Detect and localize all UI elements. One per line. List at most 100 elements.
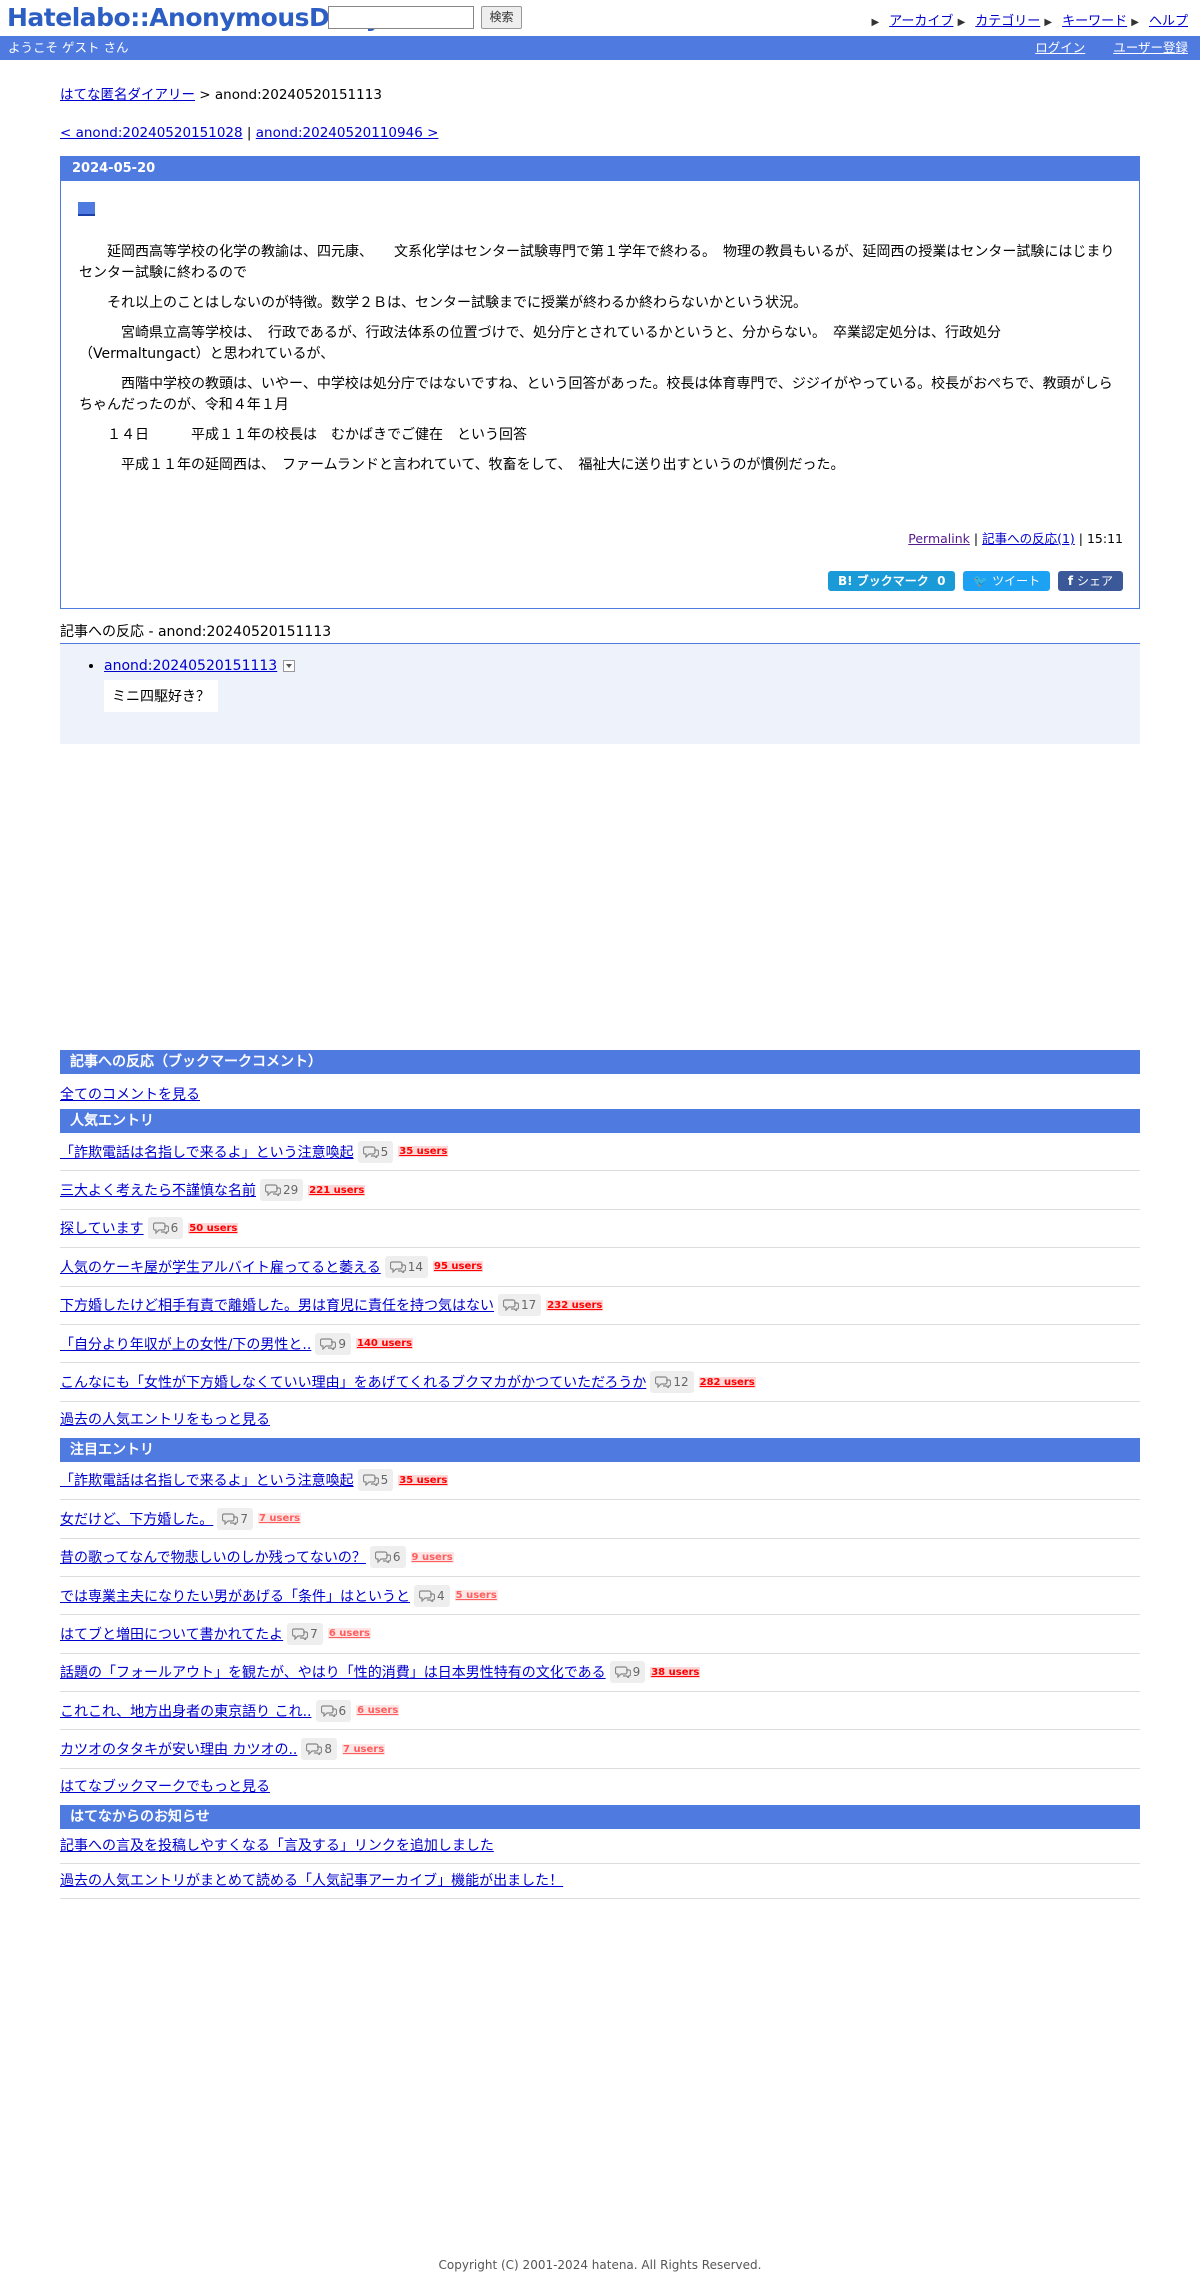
- entry-title-link[interactable]: 「詐欺電話は名指しで来るよ」という注意喚起: [60, 1142, 354, 1162]
- popular-more-link[interactable]: 過去の人気エントリをもっと見る: [60, 1412, 270, 1428]
- comment-count-badge[interactable]: 17: [498, 1294, 542, 1317]
- entry-title-link[interactable]: 昔の歌ってなんで物悲しいのしか残ってないの？: [60, 1547, 366, 1567]
- reaction-item: anond:20240520151113 ミニ四駆好き？: [104, 658, 1140, 712]
- users-count-badge[interactable]: 282 users: [698, 1376, 756, 1388]
- reactions-link[interactable]: 記事への反応(1): [982, 531, 1075, 546]
- all-comments-link[interactable]: 全てのコメントを見る: [60, 1087, 200, 1103]
- comment-count-badge[interactable]: 5: [357, 1469, 394, 1492]
- entry-title-link[interactable]: カツオのタタキが安い理由 カツオの..: [60, 1739, 297, 1759]
- entry-row: 「自分より年収が上の女性/下の男性と.. 9 140 users: [60, 1325, 1140, 1364]
- users-count-badge[interactable]: 95 users: [433, 1261, 484, 1273]
- comment-count-badge[interactable]: 4: [414, 1584, 450, 1607]
- entry-title-link[interactable]: 人気のケーキ屋が学生アルバイト雇ってると萎える: [60, 1257, 381, 1277]
- entry-footer: Permalink | 記事への反応(1) | 15:11: [908, 531, 1123, 546]
- comment-count-badge[interactable]: 14: [384, 1255, 429, 1278]
- users-count-badge[interactable]: 6 users: [327, 1628, 371, 1640]
- comment-count-badge[interactable]: 29: [260, 1179, 304, 1202]
- entry-row: では専業主夫になりたい男があげる「条件」はというと 4 5 users: [60, 1577, 1140, 1616]
- search-button[interactable]: 検索: [481, 6, 522, 29]
- attention-more-link[interactable]: はてなブックマークでもっと見る: [60, 1779, 270, 1795]
- comment-count-badge[interactable]: 6: [147, 1217, 184, 1240]
- entry-row: 「詐欺電話は名指しで来るよ」という注意喚起 5 35 users: [60, 1133, 1140, 1172]
- permalink-link[interactable]: Permalink: [908, 531, 970, 546]
- entry-paragraph: 平成１１年の延岡西は、 ファームランドと言われていて、牧畜をして、 福祉大に送り…: [79, 457, 845, 473]
- breadcrumb-home-link[interactable]: はてな匿名ダイアリー: [60, 87, 195, 103]
- comment-count-badge[interactable]: 6: [315, 1699, 352, 1722]
- users-count-badge[interactable]: 7 users: [257, 1513, 302, 1525]
- hatena-bookmark-button[interactable]: B! ブックマーク 0: [827, 571, 956, 591]
- entry-row: 昔の歌ってなんで物悲しいのしか残ってないの？ 6 9 users: [60, 1539, 1140, 1577]
- attention-entries-list: 「詐欺電話は名指しで来るよ」という注意喚起 5 35 users 女だけど、下方婚した…: [60, 1462, 1140, 1769]
- comment-count: 5: [380, 1144, 389, 1159]
- notices-heading: はてなからのお知らせ: [60, 1804, 1140, 1829]
- entry-title-link[interactable]: 探しています: [60, 1218, 144, 1238]
- users-count-badge[interactable]: 50 users: [188, 1222, 239, 1234]
- reaction-link[interactable]: anond:20240520151113: [104, 658, 277, 674]
- facebook-share-button[interactable]: f シェア: [1057, 571, 1123, 591]
- entry-title-link[interactable]: 三大よく考えたら不謹慎な名前: [60, 1180, 256, 1200]
- entry-title-link[interactable]: 下方婚したけど相手有責で離婚した。男は育児に責任を持つ気はない: [60, 1295, 494, 1315]
- comment-bubble-icon: [419, 1589, 435, 1602]
- entry-title-link[interactable]: 「詐欺電話は名指しで来るよ」という注意喚起: [60, 1470, 354, 1490]
- prev-entry-link[interactable]: < anond:20240520151028: [60, 125, 243, 141]
- section-anchor-link[interactable]: [78, 202, 95, 216]
- comment-bubble-icon: [320, 1705, 337, 1717]
- welcome-bar: ようこそ ゲスト さん ログイン ユーザー登録: [0, 36, 1200, 60]
- next-entry-link[interactable]: anond:20240520110946 >: [256, 125, 439, 141]
- tweet-button[interactable]: 🐦 ツイート: [963, 571, 1051, 591]
- popular-entries-list: 「詐欺電話は名指しで来るよ」という注意喚起 5 35 users 三大よく考えたら不謹…: [60, 1133, 1140, 1402]
- comment-count-badge[interactable]: 6: [369, 1546, 406, 1569]
- keyword-link[interactable]: キーワード: [1062, 14, 1127, 29]
- comment-count-badge[interactable]: 8: [301, 1738, 337, 1761]
- notice-link[interactable]: 過去の人気エントリがまとめて読める「人気記事アーカイブ」機能が出ました！: [60, 1873, 563, 1889]
- entry-title-link[interactable]: はてブと増田について書かれてたよ: [60, 1624, 283, 1644]
- comment-count: 6: [338, 1703, 347, 1718]
- comment-count-badge[interactable]: 5: [357, 1140, 394, 1163]
- comment-count-badge[interactable]: 7: [287, 1622, 323, 1645]
- login-link[interactable]: ログイン: [1035, 40, 1085, 55]
- expand-toggle-icon[interactable]: [283, 660, 296, 672]
- entry-paragraph: １４日 平成１１年の校長は むかばきでご健在 という回答: [79, 427, 527, 443]
- comment-count-badge[interactable]: 9: [609, 1661, 646, 1684]
- comment-count: 29: [283, 1183, 299, 1198]
- users-count-badge[interactable]: 6 users: [356, 1705, 400, 1717]
- comment-bubble-icon: [362, 1146, 379, 1158]
- users-count-badge[interactable]: 140 users: [355, 1338, 414, 1350]
- bookmark-label: B! ブックマーク: [837, 574, 929, 588]
- notice-item: 過去の人気エントリがまとめて読める「人気記事アーカイブ」機能が出ました！: [60, 1864, 1140, 1899]
- arrow-icon: ▶: [1044, 17, 1053, 28]
- entry-title-link[interactable]: 話題の「フォールアウト」を観たが、やはり「性的消費」は日本男性特有の文化である: [60, 1662, 606, 1682]
- comment-bubble-icon: [503, 1299, 519, 1312]
- users-count-badge[interactable]: 221 users: [308, 1184, 366, 1196]
- entry-title-link[interactable]: これこれ、地方出身者の東京語り これ..: [60, 1701, 312, 1721]
- users-count-badge[interactable]: 5 users: [454, 1590, 498, 1602]
- entry-title-link[interactable]: 「自分より年収が上の女性/下の男性と..: [60, 1334, 311, 1354]
- entry-row: はてブと増田について書かれてたよ 7 6 users: [60, 1615, 1140, 1654]
- help-link[interactable]: ヘルプ: [1149, 14, 1188, 29]
- notice-link[interactable]: 記事への言及を投稿しやすくなる「言及する」リンクを追加しました: [60, 1838, 494, 1854]
- archive-link[interactable]: アーカイブ: [889, 14, 953, 29]
- register-link[interactable]: ユーザー登録: [1113, 40, 1188, 55]
- entry-time: 15:11: [1086, 531, 1123, 546]
- entry-title-link[interactable]: 女だけど、下方婚した。: [60, 1509, 213, 1529]
- users-count-badge[interactable]: 35 users: [398, 1474, 449, 1486]
- comment-count-badge[interactable]: 12: [650, 1371, 694, 1394]
- search-input[interactable]: [328, 6, 474, 29]
- users-count-badge[interactable]: 7 users: [342, 1743, 386, 1755]
- users-count-badge[interactable]: 35 users: [398, 1146, 449, 1158]
- users-count-badge[interactable]: 9 users: [410, 1551, 454, 1563]
- entry-row: これこれ、地方出身者の東京語り これ.. 6 6 users: [60, 1692, 1140, 1731]
- site-logo[interactable]: Hatelabo::AnonymousDiary: [7, 2, 382, 34]
- users-count-badge[interactable]: 232 users: [546, 1299, 604, 1311]
- entry-title-link[interactable]: では専業主夫になりたい男があげる「条件」はというと: [60, 1586, 410, 1606]
- users-count-badge[interactable]: 38 users: [650, 1666, 701, 1678]
- main-content: はてな匿名ダイアリー > anond:20240520151113 < anon…: [60, 60, 1140, 1899]
- comment-count-badge[interactable]: 7: [217, 1507, 253, 1530]
- comment-count-badge[interactable]: 9: [315, 1332, 351, 1355]
- entry-title-link[interactable]: こんなにも「女性が下方婚しなくていい理由」をあげてくれるブクマカがかつていただろ…: [60, 1372, 646, 1392]
- entry-paragraph: それ以上のことはしないのが特徴。数学２Ｂは、センター試験までに授業が終わるか終わ…: [79, 295, 807, 311]
- comment-count: 5: [380, 1473, 389, 1488]
- category-link[interactable]: カテゴリー: [975, 14, 1040, 29]
- comment-bubble-icon: [222, 1513, 239, 1525]
- bookmark-comments-heading: 記事への反応（ブックマークコメント）: [60, 1050, 1140, 1074]
